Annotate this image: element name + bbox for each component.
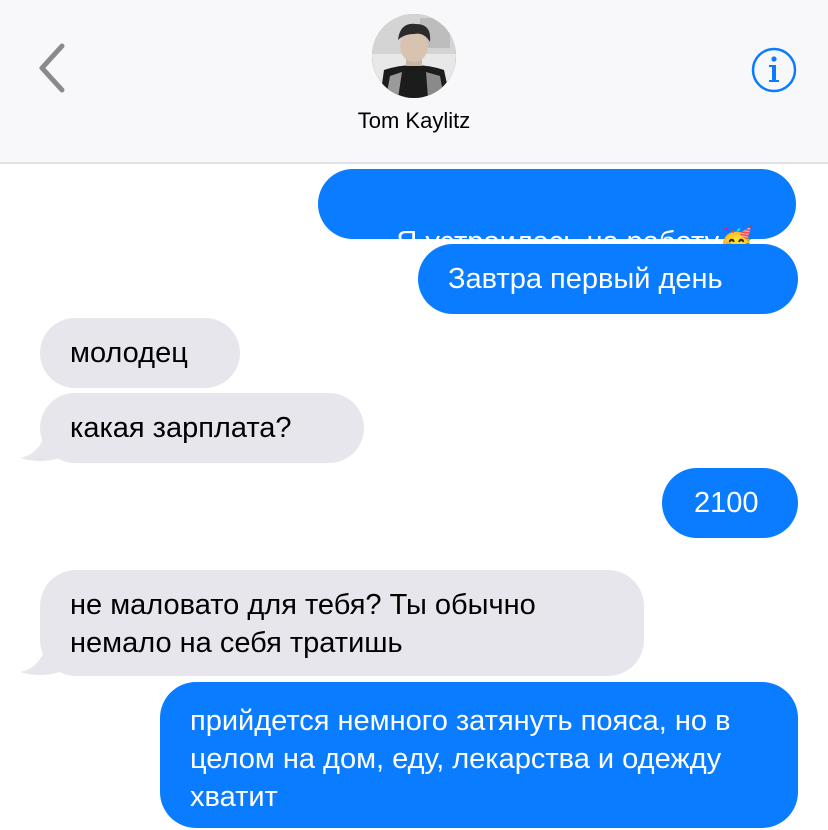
message-text: 2100 — [694, 487, 759, 519]
conversation-header: Tom Kaylitz — [0, 0, 828, 164]
message-text: прийдется немного затянуть пояса, но в ц… — [190, 705, 739, 813]
message-text: Завтра первый день — [448, 263, 723, 295]
message-text: молодец — [70, 337, 188, 369]
message-bubble-outgoing[interactable]: 2100 — [662, 468, 798, 538]
info-button[interactable] — [750, 46, 798, 94]
chevron-left-icon — [39, 43, 65, 93]
message-text: какая зарплата? — [70, 412, 292, 444]
message-text: не маловато для тебя? Ты обычно немало н… — [70, 589, 544, 659]
message-bubble-incoming[interactable]: не маловато для тебя? Ты обычно немало н… — [40, 570, 644, 676]
contact-avatar[interactable] — [372, 14, 456, 98]
contact-name[interactable]: Tom Kaylitz — [0, 108, 828, 134]
info-icon — [751, 47, 797, 93]
back-button[interactable] — [30, 38, 74, 98]
message-thread[interactable]: Я устроилась на работу🥳 Завтра первый де… — [0, 164, 828, 830]
message-bubble-outgoing[interactable]: прийдется немного затянуть пояса, но в ц… — [160, 682, 798, 828]
avatar-photo — [372, 14, 456, 98]
message-bubble-outgoing[interactable]: Я устроилась на работу🥳 — [318, 169, 796, 258]
message-bubble-incoming[interactable]: какая зарплата? — [40, 393, 364, 463]
message-bubble-outgoing[interactable]: Завтра первый день — [418, 244, 798, 314]
message-bubble-incoming[interactable]: молодец — [40, 318, 240, 388]
